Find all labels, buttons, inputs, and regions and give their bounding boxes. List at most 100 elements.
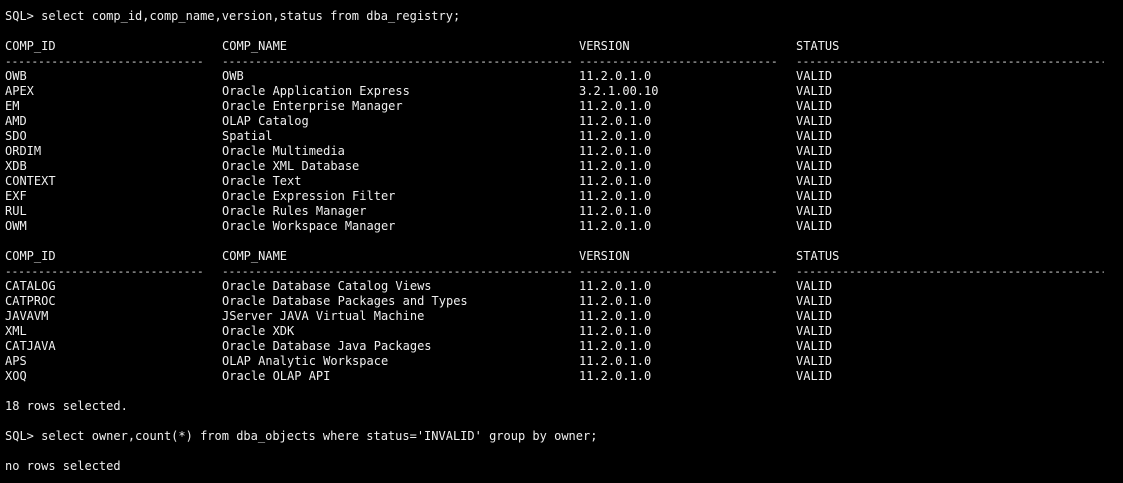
table-row: SDO Spatial 11.2.0.1.0 VALID [5, 129, 1123, 144]
table-cell: 11.2.0.1.0 [579, 369, 652, 383]
table-row: CATALOG Oracle Database Catalog Views 11.2… [5, 279, 1123, 294]
table-cell: Oracle Database Java Packages [222, 339, 432, 353]
table-cell: 11.2.0.1.0 [579, 189, 652, 203]
sql-prompt: SQL> [5, 9, 34, 23]
table-cell: Oracle XDK [222, 324, 295, 338]
table-cell: VALID [796, 69, 833, 83]
table-cell: 11.2.0.1.0 [579, 129, 652, 143]
table-cell: Oracle OLAP API [222, 369, 331, 383]
separator-dashes: ------------------------------ [5, 265, 204, 278]
separator-dashes: ------------------------------ [5, 55, 204, 68]
table-cell: 11.2.0.1.0 [579, 324, 652, 338]
terminal-window[interactable]: SQL> select comp_id,comp_name,version,st… [0, 0, 1123, 483]
table-cell: 11.2.0.1.0 [579, 354, 652, 368]
table-row: CONTEXT Oracle Text 11.2.0.1.0 VALID [5, 174, 1123, 189]
table-cell: CATJAVA [5, 339, 56, 353]
header-separator-row: ------------------------------ ----------… [5, 264, 1123, 279]
table-row: RUL Oracle Rules Manager 11.2.0.1.0 VALID [5, 204, 1123, 219]
table-cell: EXF [5, 189, 27, 203]
table-cell: JAVAVM [5, 309, 49, 323]
table-cell: 11.2.0.1.0 [579, 114, 652, 128]
table-cell: 11.2.0.1.0 [579, 159, 652, 173]
table-row: XDB Oracle XML Database 11.2.0.1.0 VALID [5, 159, 1123, 174]
table-cell: OWB [222, 69, 244, 83]
table-cell: CONTEXT [5, 174, 56, 188]
table-cell: Oracle XML Database [222, 159, 360, 173]
table-cell: VALID [796, 294, 833, 308]
table-cell: 11.2.0.1.0 [579, 309, 652, 323]
table-row: EXF Oracle Expression Filter 11.2.0.1.0 VAL… [5, 189, 1123, 204]
column-header: COMP_NAME [222, 39, 288, 53]
table-cell: CATPROC [5, 294, 56, 308]
table-cell: 3.2.1.00.10 [579, 84, 659, 98]
table-cell: OLAP Catalog [222, 114, 309, 128]
table-cell: Oracle Database Catalog Views [222, 279, 432, 293]
table-cell: VALID [796, 174, 833, 188]
table-cell: APS [5, 354, 27, 368]
table-cell: VALID [796, 159, 833, 173]
table-row: OWB OWB 11.2.0.1.0 VALID [5, 69, 1123, 84]
table-cell: APEX [5, 84, 34, 98]
table-cell: XOQ [5, 369, 27, 383]
column-header: VERSION [579, 39, 630, 53]
table-cell: VALID [796, 84, 833, 98]
sql-prompt: SQL> [5, 429, 34, 443]
table-cell: XML [5, 324, 27, 338]
table-row: CATJAVA Oracle Database Java Packages 11.2… [5, 339, 1123, 354]
result-block-2: COMP_ID COMP_NAME VERSION STATUS -----------… [5, 249, 1123, 384]
table-cell: VALID [796, 204, 833, 218]
table-cell: VALID [796, 114, 833, 128]
table-cell: VALID [796, 189, 833, 203]
table-cell: VALID [796, 309, 833, 323]
table-cell: 11.2.0.1.0 [579, 219, 652, 233]
header-separator-row: ------------------------------ ----------… [5, 54, 1123, 69]
separator-dashes: ------------------------------ [579, 55, 778, 68]
table-row: APS OLAP Analytic Workspace 11.2.0.1.0 VALI… [5, 354, 1123, 369]
table-cell: OWB [5, 69, 27, 83]
column-header: STATUS [796, 39, 840, 53]
table-cell: VALID [796, 219, 833, 233]
separator-dashes: ----------------------------------------… [796, 265, 1104, 278]
column-header: COMP_ID [5, 249, 56, 263]
table-cell: JServer JAVA Virtual Machine [222, 309, 425, 323]
table-cell: Oracle Application Express [222, 84, 410, 98]
table-cell: RUL [5, 204, 27, 218]
column-header: COMP_ID [5, 39, 56, 53]
no-rows-message: no rows selected [5, 459, 121, 473]
table-cell: Oracle Rules Manager [222, 204, 367, 218]
table-cell: 11.2.0.1.0 [579, 144, 652, 158]
table-cell: Oracle Multimedia [222, 144, 345, 158]
table-cell: 11.2.0.1.0 [579, 294, 652, 308]
query-text-1: select comp_id,comp_name,version,status … [41, 9, 461, 23]
table-row: XOQ Oracle OLAP API 11.2.0.1.0 VALID [5, 369, 1123, 384]
table-cell: ORDIM [5, 144, 42, 158]
table-cell: VALID [796, 144, 833, 158]
separator-dashes: ----------------------------------------… [796, 55, 1104, 68]
table-cell: OLAP Analytic Workspace [222, 354, 389, 368]
table-cell: VALID [796, 339, 833, 353]
table-cell: 11.2.0.1.0 [579, 279, 652, 293]
table-row: EM Oracle Enterprise Manager 11.2.0.1.0 VAL… [5, 99, 1123, 114]
table-cell: Oracle Workspace Manager [222, 219, 396, 233]
table-cell: EM [5, 99, 20, 113]
separator-dashes: ----------------------------------------… [222, 55, 572, 68]
result-block-1: COMP_ID COMP_NAME VERSION STATUS -----------… [5, 39, 1123, 234]
table-row: CATPROC Oracle Database Packages and Type… [5, 294, 1123, 309]
table-cell: Spatial [222, 129, 273, 143]
column-header-row: COMP_ID COMP_NAME VERSION STATUS [5, 249, 1123, 264]
table-cell: VALID [796, 99, 833, 113]
table-row: JAVAVM JServer JAVA Virtual Machine 11.2.0… [5, 309, 1123, 324]
table-cell: CATALOG [5, 279, 56, 293]
table-row: AMD OLAP Catalog 11.2.0.1.0 VALID [5, 114, 1123, 129]
command-line-1: SQL> select comp_id,comp_name,version,st… [5, 9, 1123, 24]
table-cell: Oracle Text [222, 174, 302, 188]
table-row: APEX Oracle Application Express 3.2.1.00.1… [5, 84, 1123, 99]
table-cell: 11.2.0.1.0 [579, 69, 652, 83]
table-cell: VALID [796, 129, 833, 143]
command-line-2: SQL> select owner,count(*) from dba_obje… [5, 429, 1123, 444]
table-cell: VALID [796, 369, 833, 383]
table-cell: 11.2.0.1.0 [579, 204, 652, 218]
